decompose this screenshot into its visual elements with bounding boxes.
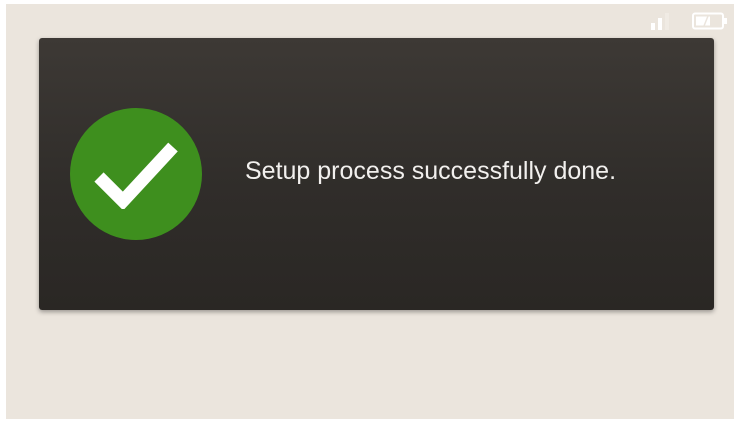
success-badge xyxy=(70,108,202,240)
success-dialog: Setup process successfully done. xyxy=(39,38,714,310)
checkmark-icon xyxy=(94,142,178,209)
device-screen: Setup process successfully done. xyxy=(6,4,734,419)
success-message: Setup process successfully done. xyxy=(245,157,617,185)
status-bar xyxy=(650,10,728,32)
battery-icon xyxy=(692,12,727,30)
signal-strength-icon xyxy=(651,13,669,30)
